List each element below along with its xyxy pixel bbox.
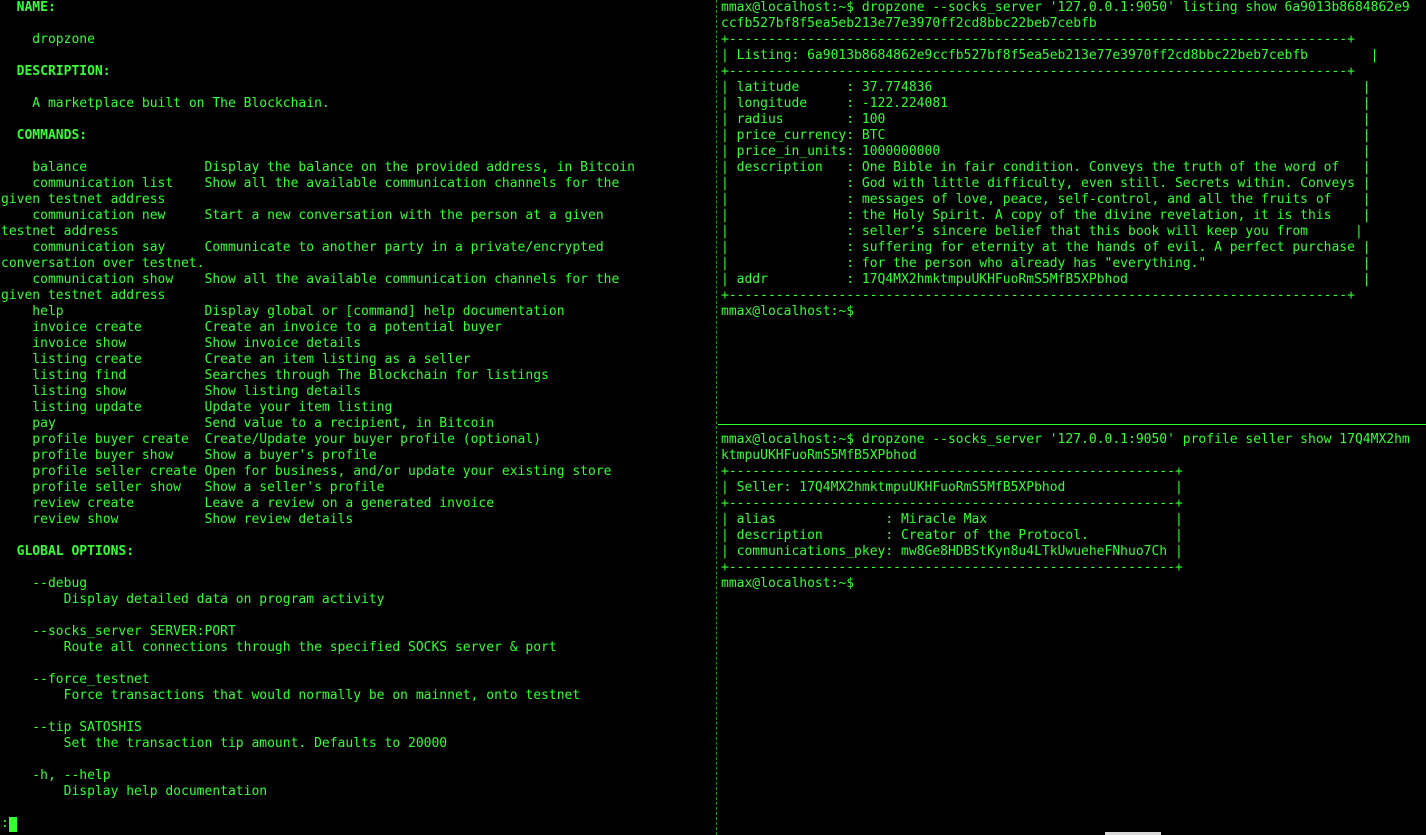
terminal-line: Set the transaction tip amount. Defaults… <box>1 736 448 751</box>
terminal-cursor <box>8 817 17 832</box>
terminal-line: --debug <box>1 576 88 591</box>
terminal-line: +---------------------------------------… <box>721 288 1355 303</box>
terminal-line: invoice create Create an invoice to a po… <box>1 320 502 335</box>
terminal-line: help Display global or [command] help do… <box>1 304 565 319</box>
terminal-line: | price_currency: BTC | <box>721 128 1371 143</box>
terminal-line: NAME: <box>1 0 56 15</box>
terminal-line: GLOBAL OPTIONS: <box>1 544 135 559</box>
terminal-line: balance Display the balance on the provi… <box>1 160 635 175</box>
terminal-line: Display detailed data on program activit… <box>1 592 385 607</box>
terminal-line: Force transactions that would normally b… <box>1 688 581 703</box>
terminal-line: | : seller’s sincere belief that this bo… <box>721 224 1363 239</box>
terminal-line: | alias : Miracle Max | <box>721 512 1183 527</box>
terminal-line: +---------------------------------------… <box>721 32 1355 47</box>
terminal-line: profile buyer create Create/Update your … <box>1 432 542 447</box>
terminal-line: | communications_pkey: mw8Ge8HDBStKyn8u4… <box>721 544 1183 559</box>
terminal-line: listing show Show listing details <box>1 384 362 399</box>
terminal-line: --socks_server SERVER:PORT <box>1 624 236 639</box>
terminal-line: +---------------------------------------… <box>721 64 1355 79</box>
terminal-line: --tip SATOSHIS <box>1 720 142 735</box>
left-terminal-pane[interactable]: NAME: dropzone DESCRIPTION: A marketplac… <box>0 0 716 835</box>
terminal-line: review create Leave a review on a genera… <box>1 496 495 511</box>
terminal-line: review show Show review details <box>1 512 354 527</box>
terminal-line: ktmpuUKHFuoRmS5MfB5XPbhod <box>721 448 917 463</box>
terminal-line: conversation over testnet. <box>1 256 205 271</box>
vertical-pane-divider[interactable] <box>716 0 717 835</box>
terminal-line: --force_testnet <box>1 672 150 687</box>
horizontal-pane-divider[interactable] <box>718 424 1426 425</box>
terminal-line: COMMANDS: <box>1 128 88 143</box>
terminal-line: Route all connections through the specif… <box>1 640 557 655</box>
terminal-line: communication say Communicate to another… <box>1 240 604 255</box>
right-top-terminal-pane[interactable]: mmax@localhost:~$ dropzone --socks_serve… <box>720 0 1426 420</box>
terminal-line: Display help documentation <box>1 784 268 799</box>
terminal-line: mmax@localhost:~$ <box>721 304 855 319</box>
terminal-line: given testnet address <box>1 288 166 303</box>
terminal-line: mmax@localhost:~$ dropzone --socks_serve… <box>721 0 1410 15</box>
terminal-line: | : for the person who already has "ever… <box>721 256 1371 271</box>
terminal-line: communication list Show all the availabl… <box>1 176 620 191</box>
terminal-line: | description : One Bible in fair condit… <box>721 160 1371 175</box>
terminal-line: | longitude : -122.224081 | <box>721 96 1371 111</box>
terminal-line: A marketplace built on The Blockchain. <box>1 96 330 111</box>
terminal-line: listing create Create an item listing as… <box>1 352 471 367</box>
terminal-line: ccfb527bf8f5ea5eb213e77e3970ff2cd8bbc22b… <box>721 16 1097 31</box>
terminal-line: | radius : 100 | <box>721 112 1371 127</box>
pager-prompt-line: : <box>1 816 17 832</box>
terminal-line: | : suffering for eternity at the hands … <box>721 240 1371 255</box>
terminal-line: communication new Start a new conversati… <box>1 208 604 223</box>
terminal-line: | latitude : 37.774836 | <box>721 80 1371 95</box>
terminal-line: profile buyer show Show a buyer's profil… <box>1 448 377 463</box>
terminal-line: given testnet address <box>1 192 166 207</box>
terminal-line: pay Send value to a recipient, in Bitcoi… <box>1 416 495 431</box>
terminal-line: mmax@localhost:~$ <box>721 576 855 591</box>
terminal-line: | Seller: 17Q4MX2hmktmpuUKHFuoRmS5MfB5XP… <box>721 480 1183 495</box>
terminal-line: | addr : 17Q4MX2hmktmpuUKHFuoRmS5MfB5XPb… <box>721 272 1371 287</box>
terminal-line: | description : Creator of the Protocol.… <box>721 528 1183 543</box>
terminal-line: profile seller show Show a seller's prof… <box>1 480 385 495</box>
terminal-line: mmax@localhost:~$ dropzone --socks_serve… <box>721 432 1410 447</box>
terminal-line: -h, --help <box>1 768 111 783</box>
terminal-line: | price_in_units: 1000000000 | <box>721 144 1371 159</box>
terminal-line: | Listing: 6a9013b8684862e9ccfb527bf8f5e… <box>721 48 1379 63</box>
pager-prompt: : <box>1 816 9 831</box>
right-bottom-terminal-pane[interactable]: mmax@localhost:~$ dropzone --socks_serve… <box>720 432 1426 835</box>
terminal-line: listing update Update your item listing <box>1 400 393 415</box>
terminal-line: profile seller create Open for business,… <box>1 464 612 479</box>
terminal-line: communication show Show all the availabl… <box>1 272 620 287</box>
terminal-line: invoice show Show invoice details <box>1 336 362 351</box>
terminal-line: | : the Holy Spirit. A copy of the divin… <box>721 208 1371 223</box>
terminal-line: | : God with little difficulty, even sti… <box>721 176 1371 191</box>
terminal-line: dropzone <box>1 32 95 47</box>
terminal-line: DESCRIPTION: <box>1 64 111 79</box>
terminal-line: listing find Searches through The Blockc… <box>1 368 549 383</box>
terminal-line: +---------------------------------------… <box>721 560 1183 575</box>
terminal-line: testnet address <box>1 224 119 239</box>
terminal-line: | : messages of love, peace, self-contro… <box>721 192 1371 207</box>
terminal-line: +---------------------------------------… <box>721 496 1183 511</box>
terminal-line: +---------------------------------------… <box>721 464 1183 479</box>
